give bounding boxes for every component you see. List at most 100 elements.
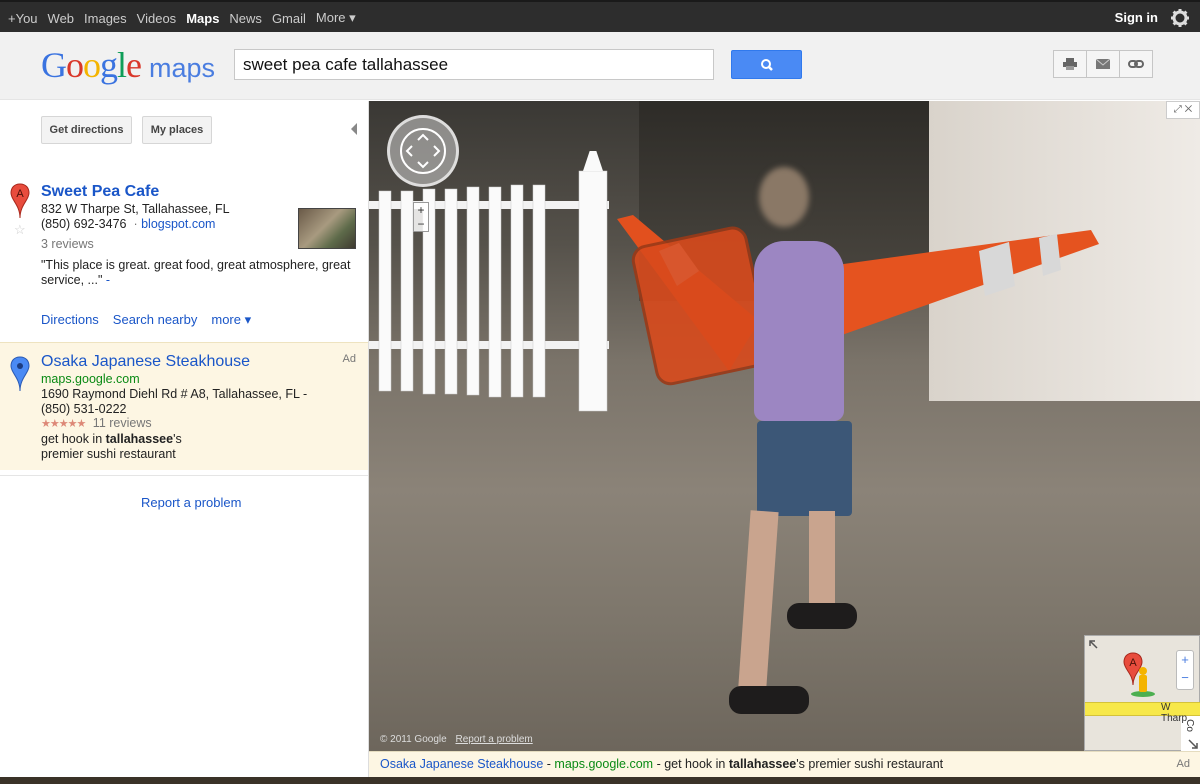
result-quote-line2: service, ..." - [41, 273, 110, 287]
footer-strip [0, 777, 1200, 784]
bottom-ad-banner[interactable]: Osaka Japanese Steakhouse - maps.google.… [369, 751, 1200, 777]
report-problem-link[interactable]: Report a problem [141, 495, 241, 510]
traffic-cone-right [829, 230, 1099, 336]
top-navigation-bar: +You Web Images Videos Maps News Gmail M… [0, 0, 1200, 32]
nav-link-web[interactable]: Web [48, 11, 75, 26]
result-action-links: Directions Search nearby more ▾ [41, 312, 265, 328]
get-directions-button[interactable]: Get directions [41, 116, 132, 144]
result-title[interactable]: Sweet Pea Cafe [41, 183, 159, 201]
nav-link-maps[interactable]: Maps [186, 11, 219, 26]
sponsored-result[interactable]: Ad Osaka Japanese Steakhouse maps.google… [0, 342, 368, 470]
pegman-icon[interactable] [1129, 666, 1157, 698]
nav-link-news[interactable]: News [229, 11, 262, 26]
link-icon [1128, 60, 1144, 68]
expand-icon[interactable] [1088, 639, 1102, 653]
street-view-panorama[interactable]: + − ⤢ ✕ © 2011 Google Report a problem W… [369, 101, 1200, 751]
street-view-zoom-control[interactable]: + − [413, 202, 429, 232]
person-leg [737, 510, 779, 702]
header: Google maps sweet pea cafe tallahassee [0, 32, 1200, 100]
print-button[interactable] [1053, 50, 1087, 78]
email-icon [1096, 59, 1110, 69]
result-quote: "This place is great. great food, great … [41, 258, 351, 272]
map-marker-a-icon[interactable]: A [10, 183, 30, 219]
nav-link-more[interactable]: More ▾ [316, 10, 356, 26]
ad-desc-bold: tallahassee [105, 432, 174, 446]
zoom-out-button[interactable]: − [414, 217, 428, 231]
white-picket-fence [369, 151, 609, 412]
ad-address: 1690 Raymond Diehl Rd # A8, Tallahassee,… [41, 387, 308, 401]
bottom-ad-label: Ad [1176, 758, 1190, 770]
street-view-report-link[interactable]: Report a problem [455, 734, 532, 745]
result-reviews-link[interactable]: 3 reviews [41, 237, 94, 251]
person-shoe [729, 686, 809, 714]
link-button[interactable] [1119, 50, 1153, 78]
map-marker-blue-icon[interactable] [10, 356, 30, 392]
ad-label: Ad [342, 353, 356, 365]
divider [0, 475, 368, 476]
marker-letter: A [16, 188, 24, 200]
nav-link-images[interactable]: Images [84, 11, 127, 26]
result-website-link[interactable]: blogspot.com [141, 217, 215, 231]
mini-map-zoom-out[interactable]: − [1177, 669, 1193, 687]
nav-link-gmail[interactable]: Gmail [272, 11, 306, 26]
nav-link-videos[interactable]: Videos [137, 11, 177, 26]
copyright-text: © 2011 Google [380, 734, 447, 745]
bottom-ad-bold: tallahassee [728, 757, 797, 771]
ad-desc-pre: get hook in [41, 432, 106, 446]
ad-url[interactable]: maps.google.com [41, 372, 140, 386]
ad-phone: (850) 531-0222 [41, 402, 127, 416]
result-separator: · [133, 217, 138, 231]
person-head-blurred [759, 167, 809, 227]
ad-description-line2: premier sushi restaurant [41, 447, 176, 461]
mini-map[interactable]: W Tharp Co A + − [1084, 635, 1200, 751]
bottom-ad-title[interactable]: Osaka Japanese Steakhouse [380, 757, 543, 771]
fullscreen-icon[interactable]: ⤢ ✕ [1166, 101, 1200, 119]
person-shoe [787, 603, 857, 629]
bottom-ad-text: - get hook in [653, 757, 729, 771]
nav-link-plus-you[interactable]: +You [8, 11, 38, 26]
search-input[interactable]: sweet pea cafe tallahassee [234, 49, 714, 80]
mini-map-zoom-in[interactable]: + [1177, 651, 1193, 669]
ad-rating-row: ★★★★★ 11 reviews [41, 416, 152, 430]
ad-title[interactable]: Osaka Japanese Steakhouse [41, 353, 250, 371]
search-nearby-link[interactable]: Search nearby [113, 312, 198, 328]
search-button[interactable] [731, 50, 802, 79]
mini-map-zoom[interactable]: + − [1176, 650, 1194, 690]
result-quote-dash[interactable]: - [106, 273, 110, 287]
star-outline-icon[interactable]: ☆ [14, 222, 26, 238]
person-body [754, 241, 844, 421]
sign-in-button[interactable]: Sign in [1115, 10, 1158, 25]
result-quote-cont: service, ..." [41, 273, 103, 287]
results-panel: Get directions My places A ☆ Sweet Pea C… [0, 101, 369, 784]
pan-arrows-icon[interactable] [402, 130, 444, 172]
result-photo-thumbnail[interactable] [298, 208, 356, 249]
zoom-in-button[interactable]: + [414, 203, 428, 217]
bottom-ad-post: 's premier sushi restaurant [796, 757, 944, 771]
directions-link[interactable]: Directions [41, 312, 99, 328]
bottom-ad-sep: - [543, 757, 555, 771]
top-nav-links: +You Web Images Videos Maps News Gmail M… [8, 2, 366, 34]
bottom-ad-url[interactable]: maps.google.com [554, 757, 653, 771]
my-places-button[interactable]: My places [142, 116, 212, 144]
ad-rating-stars: ★★★★★ [41, 418, 86, 430]
collapse-panel-icon[interactable] [351, 123, 357, 135]
collapse-minimap-icon[interactable] [1185, 736, 1199, 750]
pan-control[interactable] [387, 115, 459, 187]
search-icon [761, 59, 773, 71]
ad-reviews-link[interactable]: 11 reviews [93, 416, 152, 430]
pan-control-ring[interactable] [400, 128, 446, 174]
google-maps-logo[interactable]: Google maps [41, 44, 215, 86]
street-view-attribution: © 2011 Google Report a problem [380, 734, 533, 745]
more-link[interactable]: more ▾ [211, 312, 251, 328]
result-address: 832 W Tharpe St, Tallahassee, FL [41, 202, 230, 216]
result-contact-line: (850) 692-3476 · blogspot.com [41, 217, 215, 231]
toolbar-group [1053, 50, 1153, 78]
result-phone: (850) 692-3476 [41, 217, 127, 231]
logo-maps-text: maps [149, 53, 216, 83]
person-shorts [757, 421, 852, 516]
print-icon [1063, 58, 1077, 70]
gear-icon[interactable] [1170, 8, 1190, 28]
ad-description: get hook in tallahassee's [41, 432, 182, 446]
logo-google-text: Google [41, 45, 142, 85]
email-button[interactable] [1086, 50, 1120, 78]
